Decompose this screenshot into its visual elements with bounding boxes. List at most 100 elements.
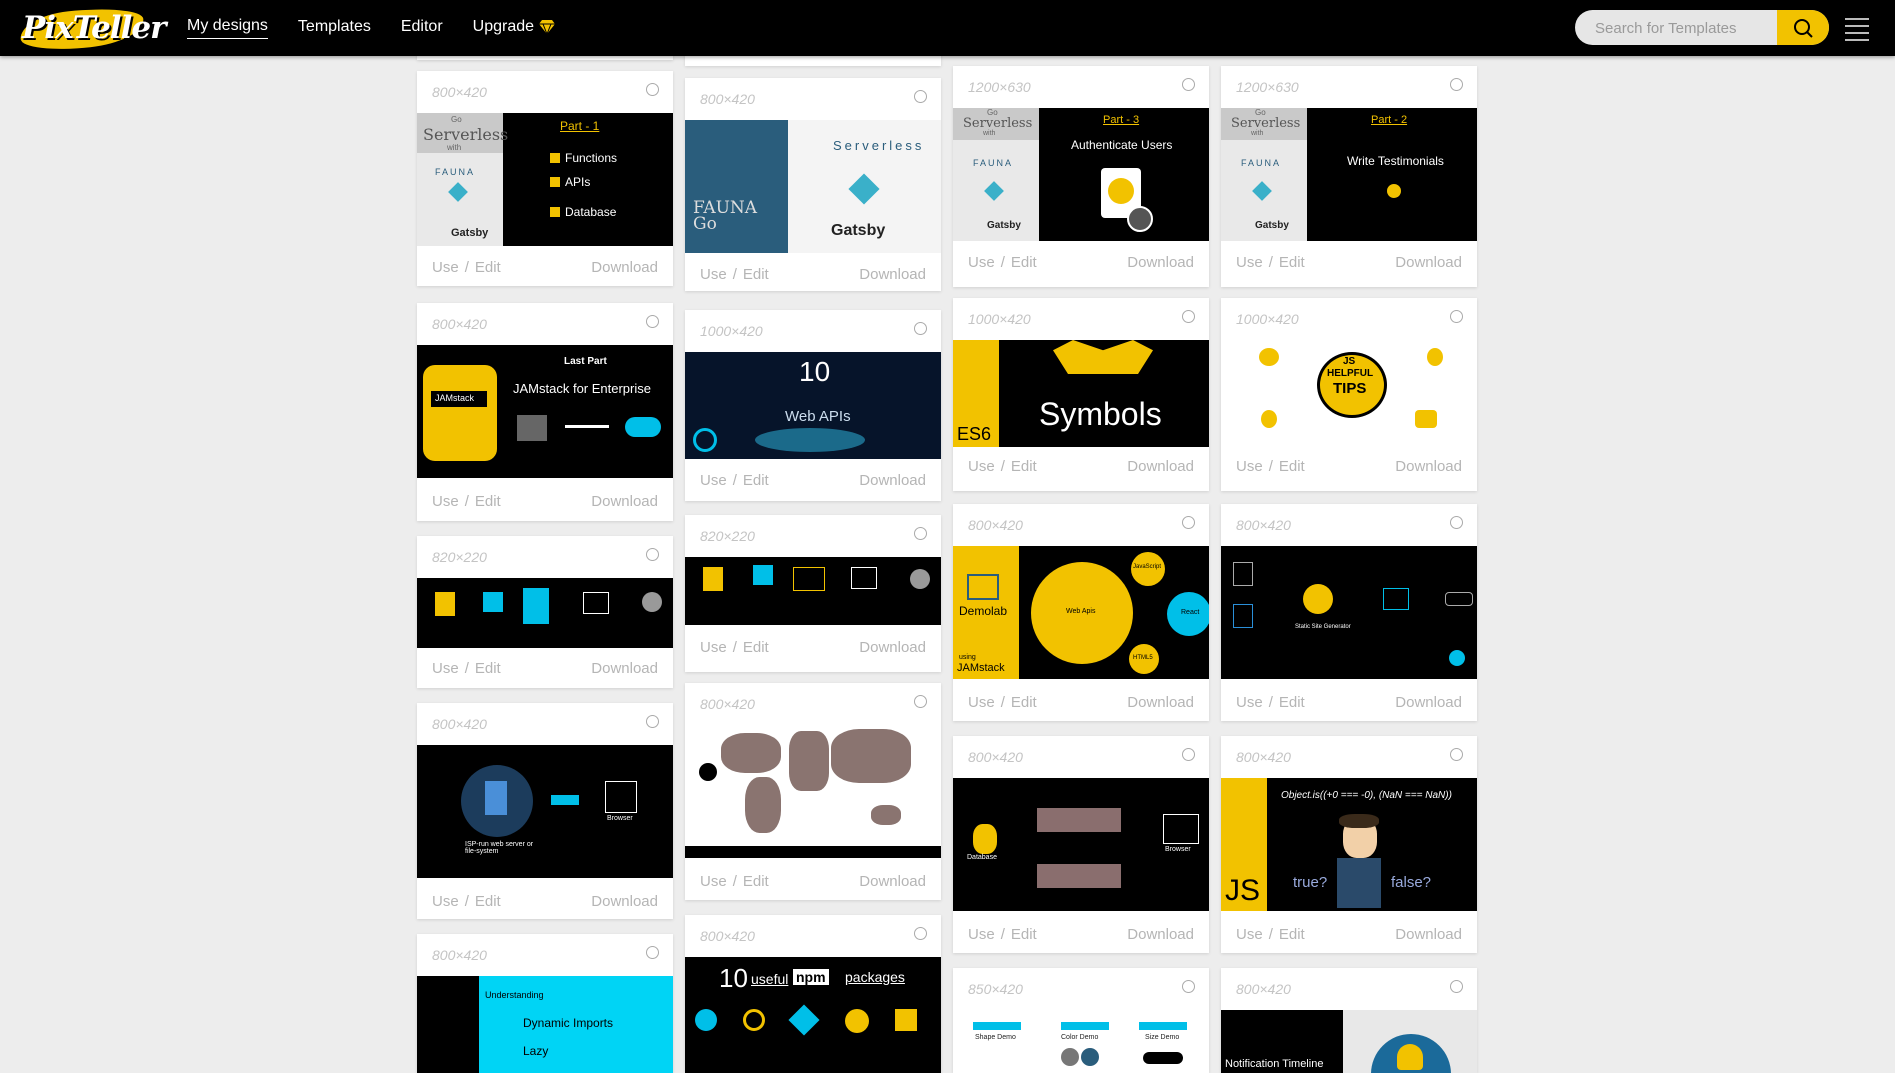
use-link[interactable]: Use: [432, 259, 459, 276]
edit-link[interactable]: Edit: [1011, 926, 1037, 943]
edit-link[interactable]: Edit: [475, 493, 501, 510]
select-radio[interactable]: [646, 715, 659, 728]
design-card[interactable]: 1000×420 JS HELPFUL TIPS Use / Edit Downlo…: [1221, 298, 1477, 491]
download-link[interactable]: Download: [1127, 926, 1194, 943]
design-thumbnail[interactable]: Go FAUNA Serverless Gatsby: [685, 120, 941, 253]
design-card[interactable]: 800×420 Demolab using JAMstack Web Apis …: [953, 504, 1209, 721]
edit-link[interactable]: Edit: [743, 266, 769, 283]
design-thumbnail[interactable]: Notification Timeline: [1221, 1010, 1477, 1073]
design-thumbnail[interactable]: Go Serverless with FAUNA Gatsby Part - 2…: [1221, 108, 1477, 241]
design-card[interactable]: 1000×420 Symbols ES6 Use / Edit Download: [953, 298, 1209, 491]
download-link[interactable]: Download: [591, 893, 658, 910]
select-radio[interactable]: [646, 315, 659, 328]
design-card[interactable]: 800×420 Go Serverless with FAUNA Gatsby …: [417, 71, 673, 286]
hamburger-menu-icon[interactable]: [1845, 18, 1869, 46]
select-radio[interactable]: [1182, 310, 1195, 323]
design-card[interactable]: 800×420 Notification Timeline: [1221, 968, 1477, 1073]
edit-link[interactable]: Edit: [743, 873, 769, 890]
design-thumbnail[interactable]: [685, 557, 941, 625]
design-thumbnail[interactable]: Demolab using JAMstack Web Apis JavaScri…: [953, 546, 1209, 679]
use-link[interactable]: Use: [432, 493, 459, 510]
design-thumbnail[interactable]: JAMstack Last Part JAMstack for Enterpri…: [417, 345, 673, 478]
design-card[interactable]: 800×420 Use / Edit Download: [685, 683, 941, 900]
design-thumbnail[interactable]: [417, 578, 673, 648]
design-card[interactable]: 800×420 JAMstack Last Part JAMstack for …: [417, 303, 673, 521]
download-link[interactable]: Download: [1127, 254, 1194, 271]
design-card[interactable]: 1200×630 Go Serverless with FAUNA Gatsby…: [1221, 66, 1477, 287]
download-link[interactable]: Download: [1127, 694, 1194, 711]
use-link[interactable]: Use: [968, 694, 995, 711]
use-link[interactable]: Use: [700, 266, 727, 283]
select-radio[interactable]: [1182, 516, 1195, 529]
nav-templates[interactable]: Templates: [298, 17, 371, 39]
edit-link[interactable]: Edit: [743, 639, 769, 656]
use-link[interactable]: Use: [1236, 926, 1263, 943]
design-card[interactable]: 1200×630 Go Serverless with FAUNA Gatsby…: [953, 66, 1209, 287]
select-radio[interactable]: [914, 927, 927, 940]
select-radio[interactable]: [914, 527, 927, 540]
use-link[interactable]: Use: [432, 660, 459, 677]
edit-link[interactable]: Edit: [743, 472, 769, 489]
design-card[interactable]: 800×420 Static Site Generator Use / Edit D…: [1221, 504, 1477, 721]
select-radio[interactable]: [646, 548, 659, 561]
select-radio[interactable]: [1450, 516, 1463, 529]
edit-link[interactable]: Edit: [475, 893, 501, 910]
design-card[interactable]: 800×420 JS Object.is((+0 === -0), (NaN =…: [1221, 736, 1477, 953]
download-link[interactable]: Download: [1395, 694, 1462, 711]
design-thumbnail[interactable]: Understanding Dynamic Imports Lazy: [417, 976, 673, 1073]
download-link[interactable]: Download: [859, 639, 926, 656]
design-thumbnail[interactable]: Go Serverless with FAUNA Gatsby Part - 3…: [953, 108, 1209, 241]
design-thumbnail[interactable]: 10 useful npm packages: [685, 957, 941, 1073]
edit-link[interactable]: Edit: [475, 660, 501, 677]
select-radio[interactable]: [1450, 980, 1463, 993]
use-link[interactable]: Use: [1236, 694, 1263, 711]
use-link[interactable]: Use: [700, 472, 727, 489]
nav-editor[interactable]: Editor: [401, 17, 443, 39]
download-link[interactable]: Download: [1127, 458, 1194, 475]
download-link[interactable]: Download: [591, 660, 658, 677]
edit-link[interactable]: Edit: [1279, 458, 1305, 475]
edit-link[interactable]: Edit: [1011, 694, 1037, 711]
select-radio[interactable]: [1182, 78, 1195, 91]
select-radio[interactable]: [646, 946, 659, 959]
design-card[interactable]: 800×420 ISP-run web server or file-syste…: [417, 703, 673, 919]
design-thumbnail[interactable]: JS HELPFUL TIPS: [1221, 340, 1477, 447]
design-card[interactable]: 1000×420 10 Web APIs Use / Edit Download: [685, 310, 941, 501]
design-thumbnail[interactable]: Static Site Generator: [1221, 546, 1477, 679]
use-link[interactable]: Use: [968, 254, 995, 271]
edit-link[interactable]: Edit: [1279, 694, 1305, 711]
edit-link[interactable]: Edit: [1011, 254, 1037, 271]
download-link[interactable]: Download: [859, 472, 926, 489]
select-radio[interactable]: [914, 322, 927, 335]
use-link[interactable]: Use: [700, 639, 727, 656]
select-radio[interactable]: [1182, 748, 1195, 761]
nav-upgrade[interactable]: Upgrade: [473, 17, 556, 39]
use-link[interactable]: Use: [968, 926, 995, 943]
download-link[interactable]: Download: [1395, 926, 1462, 943]
edit-link[interactable]: Edit: [1011, 458, 1037, 475]
design-thumbnail[interactable]: [685, 725, 941, 858]
design-card[interactable]: 820×220 Use / Edit Download: [685, 515, 941, 672]
design-card[interactable]: 800×420 Understanding Dynamic Imports La…: [417, 934, 673, 1073]
edit-link[interactable]: Edit: [475, 259, 501, 276]
design-card[interactable]: 850×420 Shape Demo Color Demo Size Demo: [953, 968, 1209, 1073]
select-radio[interactable]: [1450, 748, 1463, 761]
design-thumbnail[interactable]: Database Browser: [953, 778, 1209, 911]
use-link[interactable]: Use: [968, 458, 995, 475]
search-button[interactable]: [1777, 10, 1829, 45]
download-link[interactable]: Download: [1395, 458, 1462, 475]
use-link[interactable]: Use: [1236, 458, 1263, 475]
design-card[interactable]: 820×220 Use / Edit Download: [417, 536, 673, 688]
download-link[interactable]: Download: [859, 873, 926, 890]
pixteller-logo[interactable]: PixTeller: [16, 3, 166, 55]
design-card[interactable]: 800×420 Go FAUNA Serverless Gatsby Use / E…: [685, 78, 941, 291]
search-input[interactable]: [1593, 10, 1777, 45]
use-link[interactable]: Use: [700, 873, 727, 890]
edit-link[interactable]: Edit: [1279, 254, 1305, 271]
download-link[interactable]: Download: [859, 266, 926, 283]
design-card[interactable]: 800×420 Database Browser Use / Edit Downlo…: [953, 736, 1209, 953]
use-link[interactable]: Use: [432, 893, 459, 910]
select-radio[interactable]: [1450, 78, 1463, 91]
use-link[interactable]: Use: [1236, 254, 1263, 271]
select-radio[interactable]: [646, 83, 659, 96]
